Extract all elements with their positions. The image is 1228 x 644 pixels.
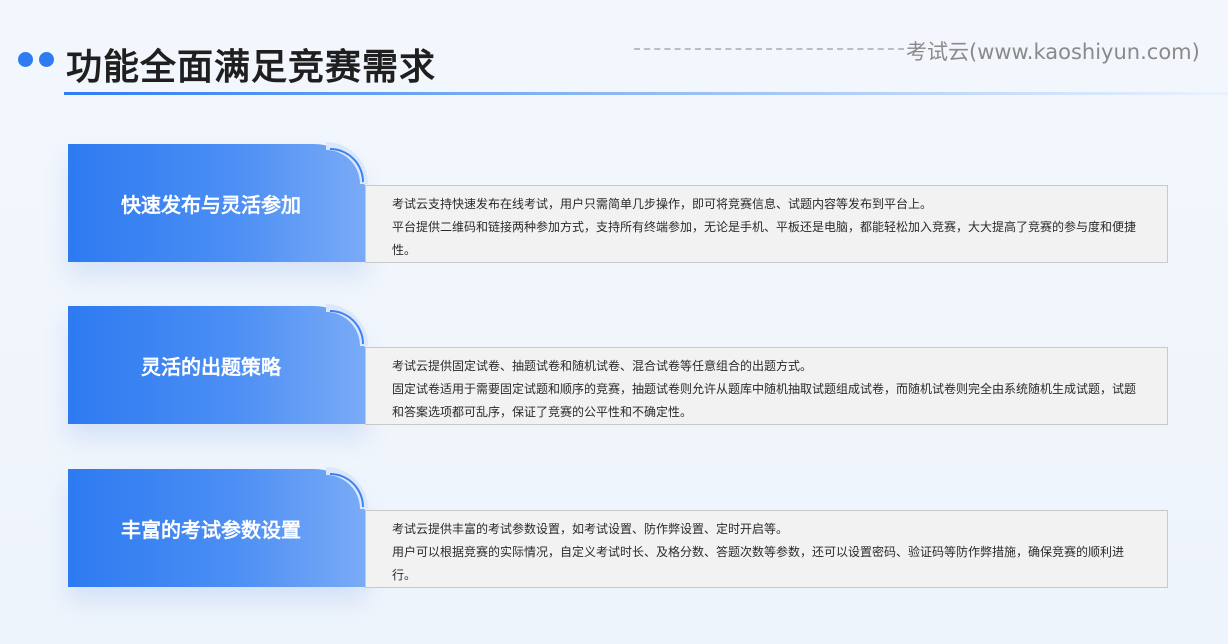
- feature-description: 考试云提供固定试卷、抽题试卷和随机试卷、混合试卷等任意组合的出题方式。 固定试卷…: [365, 347, 1168, 425]
- header-dots: [18, 52, 54, 67]
- corner-arc-decoration: [330, 148, 364, 182]
- description-line: 考试云提供固定试卷、抽题试卷和随机试卷、混合试卷等任意组合的出题方式。: [392, 359, 813, 373]
- title-underline: [64, 92, 1228, 95]
- feature-row-settings: 丰富的考试参数设置 考试云提供丰富的考试参数设置，如考试设置、防作弊设置、定时开…: [68, 467, 1168, 589]
- corner-arc-decoration: [330, 310, 364, 344]
- feature-row-publish: 快速发布与灵活参加 考试云支持快速发布在线考试，用户只需简单几步操作，即可将竞赛…: [68, 142, 1168, 264]
- dot-icon: [18, 52, 33, 67]
- description-line: 考试云提供丰富的考试参数设置，如考试设置、防作弊设置、定时开启等。: [392, 522, 789, 536]
- dashed-divider: [634, 48, 904, 50]
- corner-arc-decoration: [330, 473, 364, 507]
- feature-label: 灵活的出题策略: [141, 354, 281, 379]
- feature-row-strategy: 灵活的出题策略 考试云提供固定试卷、抽题试卷和随机试卷、混合试卷等任意组合的出题…: [68, 304, 1168, 426]
- description-line: 固定试卷适用于需要固定试题和顺序的竞赛，抽题试卷则允许从题库中随机抽取试题组成试…: [392, 382, 1137, 419]
- description-line: 考试云支持快速发布在线考试，用户只需简单几步操作，即可将竞赛信息、试题内容等发布…: [392, 197, 933, 211]
- dot-icon: [39, 52, 54, 67]
- description-line: 用户可以根据竞赛的实际情况，自定义考试时长、及格分数、答题次数等参数，还可以设置…: [392, 545, 1125, 582]
- brand-text: 考试云(www.kaoshiyun.com): [906, 40, 1200, 64]
- feature-card: 快速发布与灵活参加: [68, 144, 366, 262]
- feature-description: 考试云提供丰富的考试参数设置，如考试设置、防作弊设置、定时开启等。 用户可以根据…: [365, 510, 1168, 588]
- feature-card: 灵活的出题策略: [68, 306, 366, 424]
- feature-description: 考试云支持快速发布在线考试，用户只需简单几步操作，即可将竞赛信息、试题内容等发布…: [365, 185, 1168, 263]
- feature-card: 丰富的考试参数设置: [68, 469, 366, 587]
- page-title: 功能全面满足竞赛需求: [66, 47, 437, 88]
- description-line: 平台提供二维码和链接两种参加方式，支持所有终端参加，无论是手机、平板还是电脑，都…: [392, 220, 1137, 257]
- feature-label: 快速发布与灵活参加: [121, 192, 301, 217]
- feature-label: 丰富的考试参数设置: [121, 517, 301, 542]
